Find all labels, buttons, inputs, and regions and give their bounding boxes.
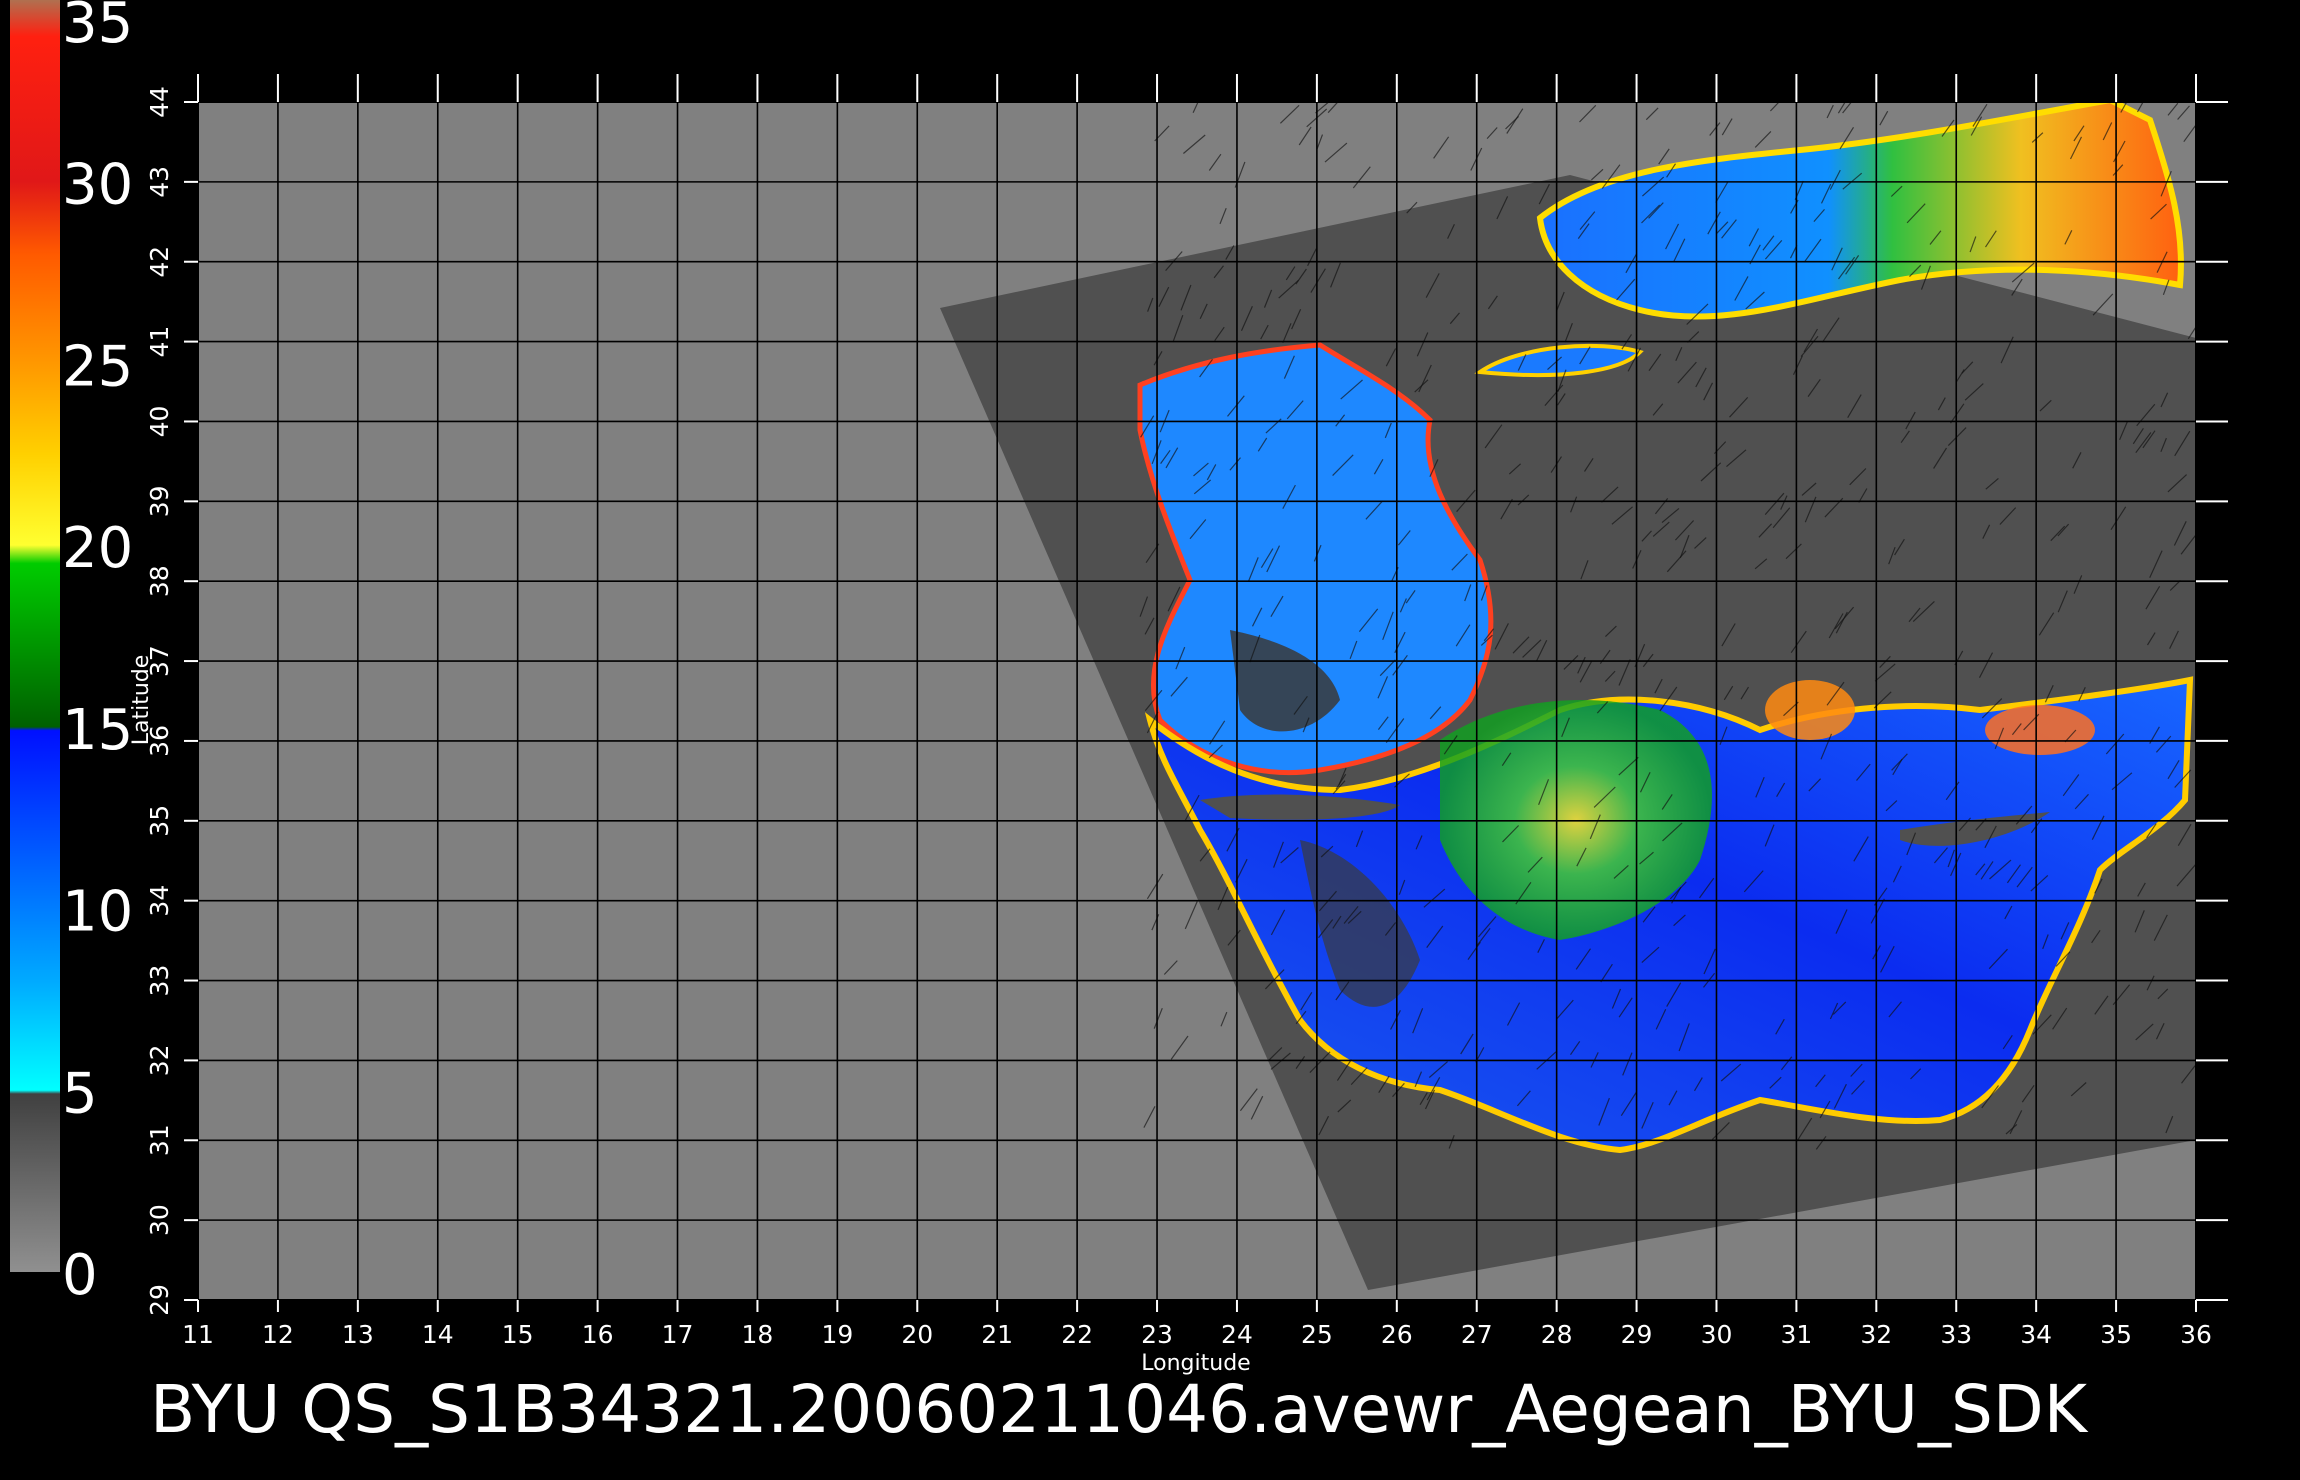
lat-tick-44: 44: [145, 86, 174, 118]
lat-tick-40: 40: [145, 406, 174, 438]
lon-tick-17: 17: [662, 1320, 694, 1349]
lon-tick-14: 14: [422, 1320, 454, 1349]
lon-tick-18: 18: [742, 1320, 774, 1349]
colorbar-tick-10: 10: [62, 880, 133, 945]
map-plot: 11 12 13 14 15 16 17 18 19 20 21 22 23 24 25 26 27 28 29 30…: [129, 74, 2228, 1376]
lat-tick-42: 42: [145, 246, 174, 278]
lat-tick-30: 30: [145, 1204, 174, 1236]
colorbar-tick-20: 20: [62, 516, 133, 581]
lat-tick-31: 31: [145, 1124, 174, 1156]
colorbar-tick-labels: 35 30 25 20 15 10 5 0: [62, 0, 133, 1308]
lat-tick-32: 32: [145, 1044, 174, 1076]
lon-tick-25: 25: [1301, 1320, 1333, 1349]
lon-tick-19: 19: [821, 1320, 853, 1349]
lat-tick-43: 43: [145, 166, 174, 198]
lon-tick-32: 32: [1860, 1320, 1892, 1349]
lon-tick-30: 30: [1701, 1320, 1733, 1349]
lat-tick-29: 29: [145, 1284, 174, 1316]
lat-tick-34: 34: [145, 885, 174, 917]
lon-tick-16: 16: [582, 1320, 614, 1349]
lon-tick-12: 12: [262, 1320, 294, 1349]
lat-tick-35: 35: [145, 805, 174, 837]
colorbar: 35 30 25 20 15 10 5 0: [10, 0, 133, 1308]
colorbar-tick-15: 15: [62, 698, 133, 763]
lon-tick-33: 33: [1940, 1320, 1972, 1349]
lon-tick-21: 21: [981, 1320, 1013, 1349]
scatterometer-wind-map: 35 30 25 20 15 10 5 0 11 12 13 14 15 16 17 18 1…: [10, 0, 2228, 1448]
lat-tick-33: 33: [145, 965, 174, 997]
colorbar-tick-0: 0: [62, 1243, 98, 1308]
colorbar-tick-25: 25: [62, 334, 133, 399]
y-axis-label: Latitude: [129, 655, 154, 746]
colorbar-tick-35: 35: [62, 0, 133, 56]
lon-tick-13: 13: [342, 1320, 374, 1349]
lat-tick-39: 39: [145, 485, 174, 517]
lon-tick-11: 11: [182, 1320, 214, 1349]
lon-tick-23: 23: [1141, 1320, 1173, 1349]
lon-tick-28: 28: [1541, 1320, 1573, 1349]
lon-tick-27: 27: [1461, 1320, 1493, 1349]
lat-tick-38: 38: [145, 565, 174, 597]
lon-tick-35: 35: [2100, 1320, 2132, 1349]
colorbar-tick-5: 5: [62, 1061, 98, 1126]
lon-tick-22: 22: [1061, 1320, 1093, 1349]
lon-tick-36: 36: [2180, 1320, 2212, 1349]
lon-tick-31: 31: [1780, 1320, 1812, 1349]
lon-tick-34: 34: [2020, 1320, 2052, 1349]
colorbar-gradient: [10, 0, 60, 1272]
wind-patch-antalya: [1765, 680, 1855, 740]
wind-patch-levant: [1985, 705, 2095, 755]
lon-tick-26: 26: [1381, 1320, 1413, 1349]
lon-tick-29: 29: [1621, 1320, 1653, 1349]
lat-tick-41: 41: [145, 326, 174, 358]
lon-tick-15: 15: [502, 1320, 534, 1349]
lon-tick-24: 24: [1221, 1320, 1253, 1349]
colorbar-tick-30: 30: [62, 153, 133, 218]
lon-tick-20: 20: [901, 1320, 933, 1349]
image-caption: BYU QS_S1B34321.20060211046.avewr_Aegean…: [150, 1371, 2089, 1448]
